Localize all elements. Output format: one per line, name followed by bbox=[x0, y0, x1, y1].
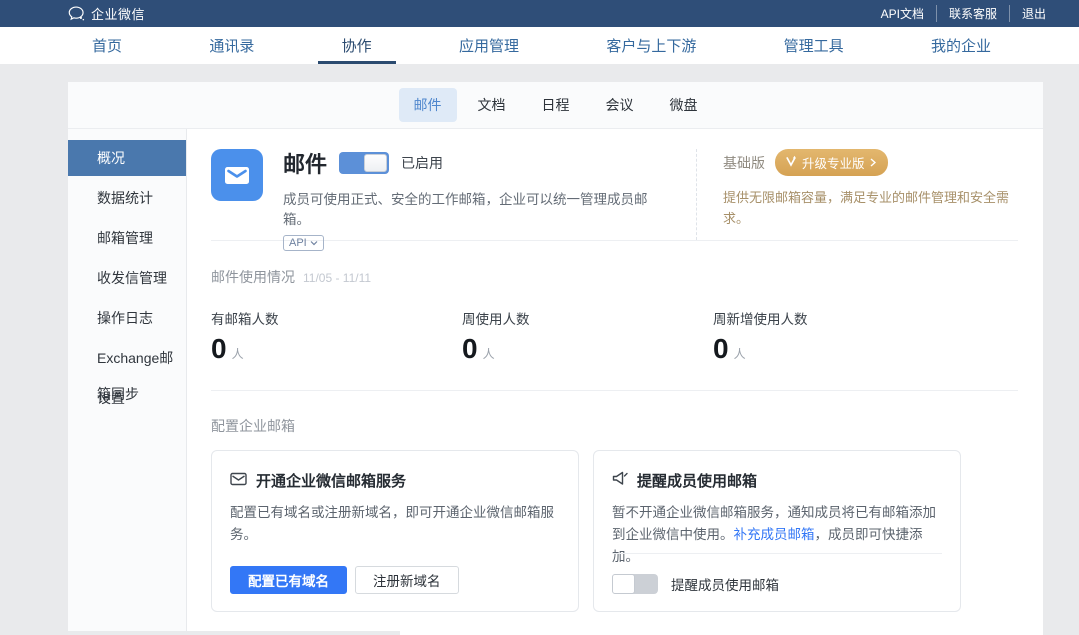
api-dropdown[interactable]: API bbox=[283, 235, 324, 251]
subtab-mail[interactable]: 邮件 bbox=[399, 88, 457, 122]
stat-value: 0 bbox=[462, 333, 478, 365]
logout-link[interactable]: 退出 bbox=[1009, 5, 1046, 22]
upgrade-icon bbox=[785, 155, 797, 170]
config-section-title: 配置企业邮箱 bbox=[211, 416, 1018, 436]
nav-tab-home[interactable]: 首页 bbox=[92, 27, 122, 64]
card-description: 配置已有域名或注册新域名，即可开通企业微信邮箱服务。 bbox=[230, 502, 560, 546]
usage-section-header: 邮件使用情况 11/05 - 11/11 bbox=[211, 267, 1018, 287]
plan-name: 基础版 bbox=[723, 153, 765, 173]
remind-toggle-label: 提醒成员使用邮箱 bbox=[671, 574, 779, 594]
subtab-schedule[interactable]: 日程 bbox=[527, 88, 585, 122]
api-docs-link[interactable]: API文档 bbox=[869, 5, 936, 22]
card-open-mail-service: 开通企业微信邮箱服务 配置已有域名或注册新域名，即可开通企业微信邮箱服务。 配置… bbox=[211, 450, 579, 612]
sidebar-item-operation-log[interactable]: 操作日志 bbox=[68, 300, 186, 336]
sidebar-item-mailbox-management[interactable]: 邮箱管理 bbox=[68, 220, 186, 256]
card-title: 开通企业微信邮箱服务 bbox=[256, 470, 406, 491]
subtab-meeting[interactable]: 会议 bbox=[591, 88, 649, 122]
supplement-mailbox-link[interactable]: 补充成员邮箱 bbox=[734, 527, 815, 542]
app-description: 成员可使用正式、安全的工作邮箱，企业可以统一管理成员邮箱。 bbox=[283, 188, 672, 228]
stat-weekly-users: 周使用人数 0 人 bbox=[462, 308, 713, 365]
nav-tab-customers[interactable]: 客户与上下游 bbox=[606, 27, 696, 64]
page-title: 邮件 bbox=[283, 147, 327, 179]
card-title: 提醒成员使用邮箱 bbox=[637, 470, 757, 491]
stat-unit: 人 bbox=[734, 345, 746, 362]
toggle-knob bbox=[364, 154, 387, 172]
usage-title: 邮件使用情况 bbox=[211, 269, 295, 285]
topbar-links: API文档 联系客服 退出 bbox=[869, 5, 1046, 22]
upgrade-label: 升级专业版 bbox=[802, 153, 865, 172]
stat-unit: 人 bbox=[483, 345, 495, 362]
sidebar-item-overview[interactable]: 概况 bbox=[68, 140, 186, 176]
toggle-knob bbox=[612, 574, 635, 594]
upgrade-pro-button[interactable]: 升级专业版 bbox=[775, 149, 888, 176]
card-remind-members: 提醒成员使用邮箱 暂不开通企业微信邮箱服务，通知成员将已有邮箱添加到企业微信中使… bbox=[593, 450, 961, 612]
card-description: 暂不开通企业微信邮箱服务，通知成员将已有邮箱添加到企业微信中使用。补充成员邮箱，… bbox=[612, 502, 942, 568]
stat-mailbox-users: 有邮箱人数 0 人 bbox=[211, 308, 462, 365]
usage-date-range: 11/05 - 11/11 bbox=[303, 271, 371, 285]
stat-label: 周使用人数 bbox=[462, 308, 713, 328]
mail-sidebar: 概况 数据统计 邮箱管理 收发信管理 操作日志 Exchange邮箱同步 设置 bbox=[68, 129, 187, 635]
overview-content: 邮件 已启用 成员可使用正式、安全的工作邮箱，企业可以统一管理成员邮箱。 API bbox=[187, 129, 1043, 635]
collaboration-subtabs: 邮件 文档 日程 会议 微盘 bbox=[68, 82, 1043, 129]
nav-tab-admin-tools[interactable]: 管理工具 bbox=[784, 27, 844, 64]
plan-panel: 基础版 升级专业版 bbox=[697, 149, 1018, 240]
topbar: 企业微信 API文档 联系客服 退出 bbox=[0, 0, 1079, 27]
api-label: API bbox=[289, 237, 307, 249]
register-domain-button[interactable]: 注册新域名 bbox=[355, 566, 459, 594]
stat-value: 0 bbox=[713, 333, 729, 365]
stat-label: 有邮箱人数 bbox=[211, 308, 462, 328]
stat-label: 周新增使用人数 bbox=[713, 308, 964, 328]
subtab-drive[interactable]: 微盘 bbox=[655, 88, 713, 122]
plan-description: 提供无限邮箱容量，满足专业的邮件管理和安全需求。 bbox=[723, 187, 1018, 229]
next-section-cutoff bbox=[68, 631, 400, 635]
brand-name: 企业微信 bbox=[91, 4, 145, 23]
main-nav: 首页 通讯录 协作 应用管理 客户与上下游 管理工具 我的企业 bbox=[0, 27, 1079, 64]
sidebar-item-send-receive[interactable]: 收发信管理 bbox=[68, 260, 186, 296]
subtab-docs[interactable]: 文档 bbox=[463, 88, 521, 122]
sidebar-item-exchange-sync[interactable]: Exchange邮箱同步 bbox=[68, 340, 186, 376]
stat-weekly-new-users: 周新增使用人数 0 人 bbox=[713, 308, 964, 365]
nav-tab-my-company[interactable]: 我的企业 bbox=[931, 27, 991, 64]
stat-value: 0 bbox=[211, 333, 227, 365]
nav-tab-collaboration[interactable]: 协作 bbox=[342, 27, 372, 64]
nav-tab-contacts[interactable]: 通讯录 bbox=[209, 27, 254, 64]
envelope-icon bbox=[230, 472, 247, 490]
status-label: 已启用 bbox=[401, 153, 443, 173]
card-divider bbox=[612, 553, 942, 554]
sidebar-item-statistics[interactable]: 数据统计 bbox=[68, 180, 186, 216]
stats-divider bbox=[211, 390, 1018, 391]
remind-members-toggle[interactable] bbox=[612, 574, 658, 594]
usage-stats: 有邮箱人数 0 人 周使用人数 0 人 周新增使用人数 0 bbox=[211, 308, 1018, 365]
chevron-down-icon bbox=[310, 237, 318, 249]
configure-domain-button[interactable]: 配置已有域名 bbox=[230, 566, 347, 594]
mail-enabled-toggle[interactable] bbox=[339, 152, 389, 174]
megaphone-icon bbox=[612, 471, 628, 490]
chevron-right-icon bbox=[870, 156, 876, 170]
contact-support-link[interactable]: 联系客服 bbox=[936, 5, 1009, 22]
nav-tab-app-management[interactable]: 应用管理 bbox=[459, 27, 519, 64]
mail-app-summary: 邮件 已启用 成员可使用正式、安全的工作邮箱，企业可以统一管理成员邮箱。 API bbox=[211, 149, 697, 240]
wecom-logo-icon bbox=[68, 6, 85, 21]
main-panel: 邮件 文档 日程 会议 微盘 概况 数据统计 邮箱管理 收发信管理 操作日志 E… bbox=[68, 82, 1043, 635]
stat-unit: 人 bbox=[232, 345, 244, 362]
wecom-logo[interactable]: 企业微信 bbox=[68, 4, 145, 23]
mail-app-icon bbox=[211, 149, 263, 201]
